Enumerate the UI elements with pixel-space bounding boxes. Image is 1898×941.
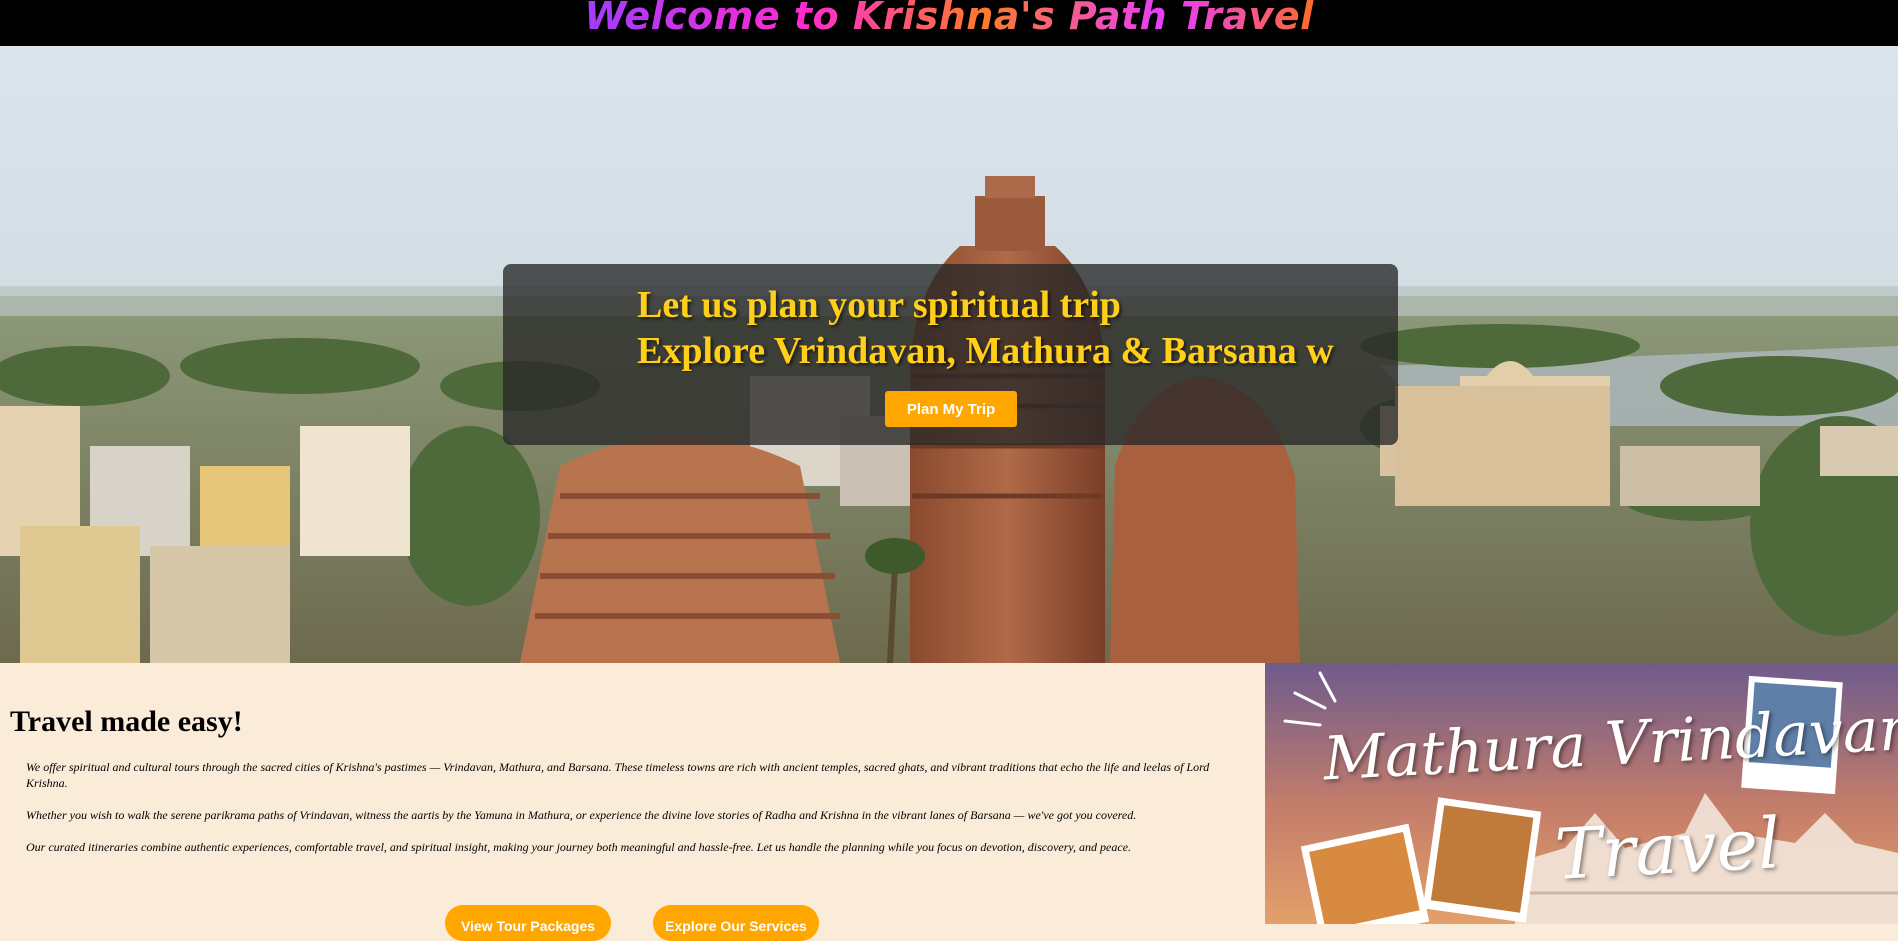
hero-line-1: Let us plan your spiritual trip [637,284,1121,326]
promo-title-line-2: Travel [1553,802,1783,896]
plan-my-trip-button[interactable]: Plan My Trip [885,391,1017,427]
intro-paragraphs: We offer spiritual and cultural tours th… [26,759,1226,871]
hero-section: Let us plan your spiritual trip Explore … [0,46,1898,663]
intro-paragraph: We offer spiritual and cultural tours th… [26,760,1210,790]
view-tour-packages-button[interactable]: View Tour Packages [445,905,611,941]
intro-paragraph: Whether you wish to walk the serene pari… [26,808,1137,822]
intro-section: Travel made easy! We offer spiritual and… [0,663,1265,941]
site-title: Welcome to Krishna's Path Travel [584,0,1313,35]
hero-overlay-box: Let us plan your spiritual trip Explore … [503,264,1398,445]
intro-heading: Travel made easy! [10,705,243,738]
explore-services-button[interactable]: Explore Our Services [653,905,819,941]
site-header: Welcome to Krishna's Path Travel [0,0,1898,46]
hero-line-2: Explore Vrindavan, Mathura & Barsana w [637,330,1334,372]
intro-paragraph: Our curated itineraries combine authenti… [26,840,1132,854]
hero-marquee: Let us plan your spiritual trip Explore … [637,282,1365,372]
promo-banner-image: Mathura Vrindavan Travel [1265,663,1898,924]
